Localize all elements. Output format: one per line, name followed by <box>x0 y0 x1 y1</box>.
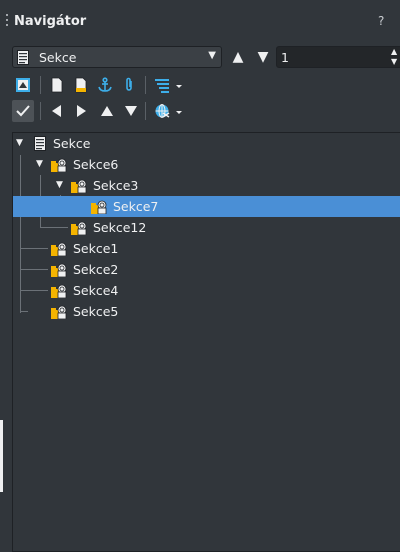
tree-item-label: Sekce3 <box>93 178 139 193</box>
chevron-down-icon: ▼ <box>208 50 216 61</box>
previous-object-button[interactable]: ▲ <box>229 46 247 68</box>
title-bar: Navigátor ? <box>0 0 400 44</box>
tree-item-section[interactable]: ▼ Sekce6 <box>13 154 400 175</box>
drag-handle-icon[interactable] <box>5 14 9 30</box>
demote-level-icon[interactable] <box>70 100 92 122</box>
tree-item-label: Sekce7 <box>113 199 159 214</box>
chevron-down-icon[interactable]: ▼ <box>36 154 43 175</box>
toolbar-separator <box>145 76 146 94</box>
tree-item-section-selected[interactable]: Sekce7 <box>13 196 400 217</box>
page-number-field[interactable]: 1 ▲ ▼ <box>276 46 400 68</box>
tree-item-section[interactable]: Sekce1 <box>13 238 400 259</box>
drag-mode-globe-icon[interactable] <box>151 100 185 122</box>
spin-arrows-icon[interactable]: ▲ ▼ <box>391 47 397 67</box>
toolbar-separator <box>40 76 41 94</box>
panel-title: Navigátor <box>14 14 87 29</box>
tree-item-label: Sekce4 <box>73 283 119 298</box>
toolbar-separator <box>40 102 41 120</box>
heading-levels-shown-icon[interactable] <box>151 74 185 96</box>
document-icon <box>17 50 29 68</box>
header-icon[interactable] <box>46 74 68 96</box>
navigator-tree[interactable]: ▼ Sekce ▼ Sekce6 ▼ Sekce3 Sekce7 Sekce12… <box>12 132 400 552</box>
section-icon <box>51 304 69 325</box>
tree-item-label: Sekce <box>53 136 91 151</box>
tree-item-section[interactable]: ▼ Sekce3 <box>13 175 400 196</box>
tree-item-section[interactable]: Sekce5 <box>13 301 400 322</box>
tree-item-section[interactable]: Sekce12 <box>13 217 400 238</box>
move-chapter-up-icon[interactable] <box>96 100 118 122</box>
tree-item-label: Sekce6 <box>73 157 119 172</box>
tree-item-root[interactable]: ▼ Sekce <box>13 133 400 154</box>
next-object-button[interactable]: ▼ <box>254 46 272 68</box>
tree-item-label: Sekce2 <box>73 262 119 277</box>
tree-item-section[interactable]: Sekce4 <box>13 280 400 301</box>
sidebar-resize-handle[interactable] <box>0 420 3 492</box>
tree-item-label: Sekce1 <box>73 241 119 256</box>
move-chapter-down-icon[interactable] <box>120 100 142 122</box>
tree-item-label: Sekce12 <box>93 220 147 235</box>
footer-icon[interactable] <box>70 74 92 96</box>
help-button[interactable]: ? <box>378 14 384 28</box>
toolbar-separator <box>145 102 146 120</box>
promote-level-icon[interactable] <box>46 100 68 122</box>
page-number-value: 1 <box>281 50 289 65</box>
navigate-by-select[interactable]: Sekce ▼ <box>12 46 222 68</box>
chevron-down-icon[interactable]: ▼ <box>16 133 23 154</box>
paperclip-icon[interactable] <box>118 74 140 96</box>
chevron-down-icon[interactable]: ▼ <box>56 175 63 196</box>
content-navigation-toggle-icon[interactable] <box>12 74 34 96</box>
anchor-icon[interactable] <box>94 74 116 96</box>
navigate-by-value: Sekce <box>39 50 77 65</box>
tree-item-label: Sekce5 <box>73 304 119 319</box>
drag-mode-check-icon[interactable] <box>12 100 34 122</box>
tree-item-section[interactable]: Sekce2 <box>13 259 400 280</box>
